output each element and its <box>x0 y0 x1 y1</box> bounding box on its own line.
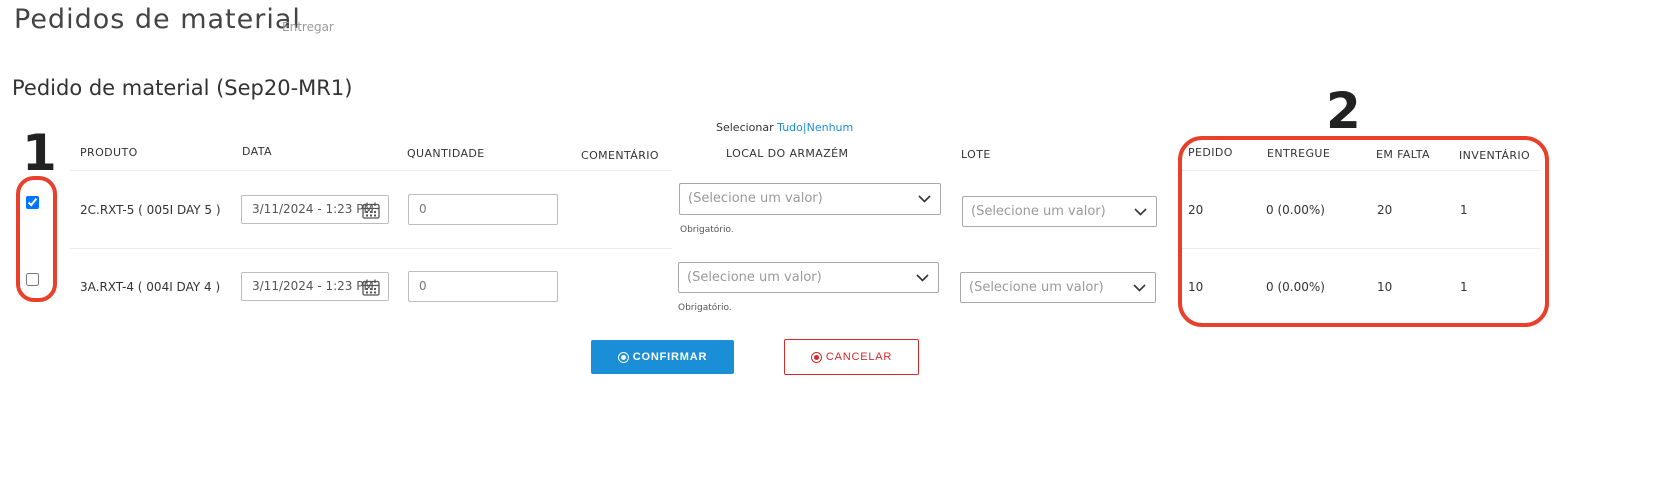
annotation-marker-1: 1 <box>22 124 57 182</box>
location-required-hint: Obrigatório. <box>678 303 732 313</box>
calendar-icon[interactable] <box>362 202 380 219</box>
column-header-lot: LOTE <box>961 148 991 161</box>
quantity-field[interactable]: 0 <box>408 194 558 225</box>
lot-select-placeholder: (Selecione um valor) <box>969 280 1104 295</box>
order-title: Pedido de material (Sep20-MR1) <box>12 76 353 100</box>
comment-cell <box>581 277 661 297</box>
select-all-none: Selecionar Tudo|Nenhum <box>716 121 853 134</box>
location-required-hint: Obrigatório. <box>680 225 734 235</box>
location-select[interactable]: (Selecione um valor) <box>679 183 941 215</box>
column-header-date: DATA <box>242 145 272 158</box>
date-value: 3/11/2024 - 1:23 PM <box>252 202 374 216</box>
confirm-button[interactable]: CONFIRMAR <box>591 340 734 374</box>
product-name: 2C.RXT-5 ( 005I DAY 5 ) <box>80 203 221 217</box>
confirm-button-label: CONFIRMAR <box>632 351 708 363</box>
select-label: Selecionar <box>716 121 774 134</box>
page-subtitle: Entregar <box>282 20 334 34</box>
lot-select[interactable]: (Selecione um valor) <box>962 196 1157 227</box>
cancel-button[interactable]: CANCELAR <box>784 339 919 375</box>
column-header-product: PRODUTO <box>80 146 138 159</box>
chevron-down-icon <box>918 195 931 203</box>
comment-cell <box>581 200 661 220</box>
close-circle-icon <box>810 351 822 363</box>
annotation-marker-2: 2 <box>1326 82 1361 140</box>
date-field[interactable]: 3/11/2024 - 1:23 PM <box>241 195 389 224</box>
calendar-icon[interactable] <box>362 279 380 296</box>
lot-select[interactable]: (Selecione um valor) <box>960 272 1156 303</box>
column-header-quantity: QUANTIDADE <box>407 147 485 160</box>
select-none-link[interactable]: Nenhum <box>807 121 854 134</box>
date-value: 3/11/2024 - 1:23 PM <box>252 279 374 293</box>
annotation-highlight-status-columns <box>1178 136 1549 327</box>
column-header-location: LOCAL DO ARMAZÉM <box>726 147 849 160</box>
quantity-field[interactable]: 0 <box>408 271 558 302</box>
cancel-button-label: CANCELAR <box>825 351 893 363</box>
chevron-down-icon <box>1133 283 1146 292</box>
chevron-down-icon <box>1134 207 1147 216</box>
column-header-comment: COMENTÁRIO <box>581 149 659 162</box>
plus-circle-icon <box>617 351 629 363</box>
location-select-placeholder: (Selecione um valor) <box>688 191 823 206</box>
date-field[interactable]: 3/11/2024 - 1:23 PM <box>241 272 389 301</box>
select-all-link[interactable]: Tudo <box>777 121 803 134</box>
product-name: 3A.RXT-4 ( 004I DAY 4 ) <box>80 280 221 294</box>
lot-select-placeholder: (Selecione um valor) <box>971 204 1106 219</box>
row-divider <box>70 248 672 249</box>
page-title: Pedidos de material <box>14 4 301 35</box>
row-divider <box>70 170 672 171</box>
chevron-down-icon <box>916 273 929 282</box>
location-select-placeholder: (Selecione um valor) <box>687 270 822 285</box>
annotation-highlight-checkboxes <box>16 176 57 302</box>
location-select[interactable]: (Selecione um valor) <box>678 262 939 293</box>
